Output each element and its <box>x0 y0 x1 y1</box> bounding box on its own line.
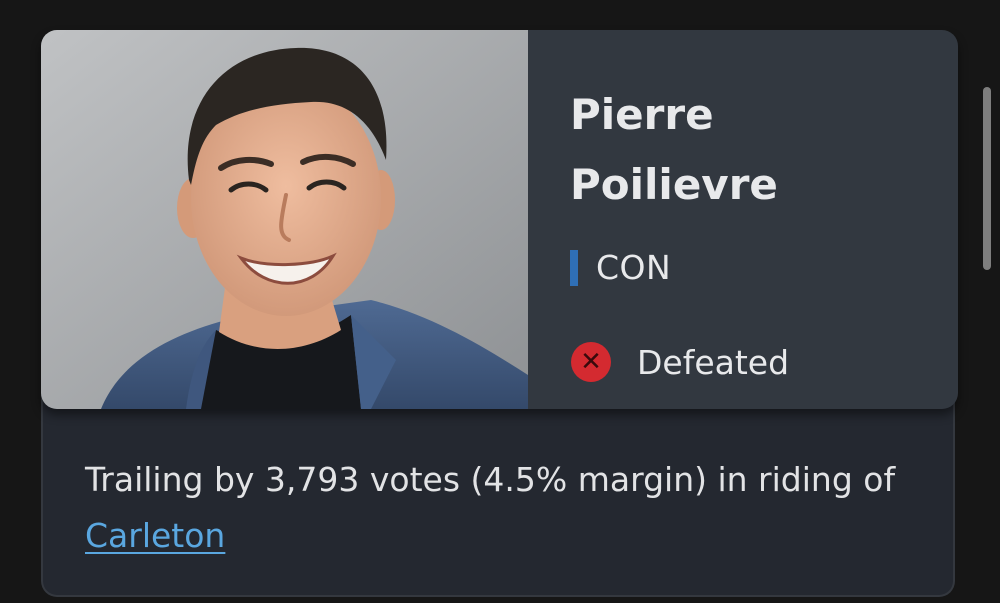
summary-text: Trailing by 3,793 votes (4.5% margin) in… <box>85 460 896 499</box>
portrait-image <box>41 30 528 409</box>
candidate-first-name: Pierre <box>570 90 714 139</box>
party-color-bar <box>570 249 578 286</box>
status-label: Defeated <box>637 342 790 382</box>
status-indicator: ✕ Defeated <box>571 342 789 382</box>
candidate-name: Pierre Poilievre <box>570 80 930 220</box>
candidate-card[interactable]: Pierre Poilievre CON ✕ Defeated <box>41 30 958 409</box>
riding-link[interactable]: Carleton <box>85 516 225 555</box>
party-label: CON <box>596 248 672 287</box>
x-circle-icon: ✕ <box>571 342 611 382</box>
candidate-photo <box>41 30 528 409</box>
candidate-last-name: Poilievre <box>570 160 778 209</box>
scrollbar-thumb[interactable] <box>983 87 991 270</box>
result-summary: Trailing by 3,793 votes (4.5% margin) in… <box>85 452 925 564</box>
party-indicator: CON <box>570 248 671 287</box>
